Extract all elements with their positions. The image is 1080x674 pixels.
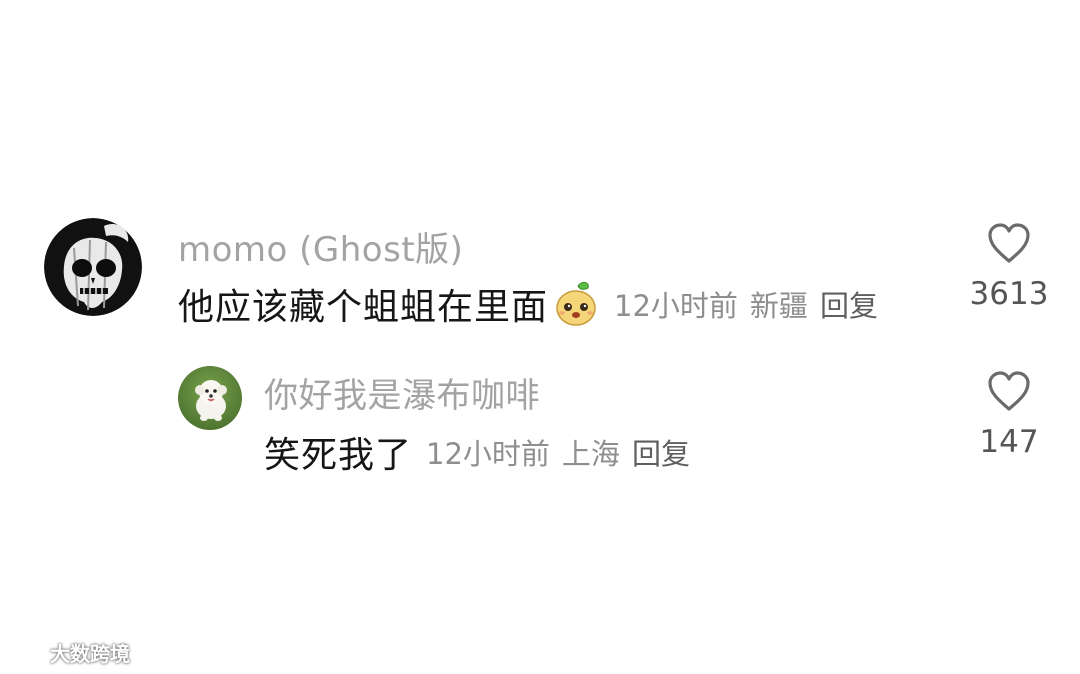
comment-meta: 12小时前 上海 回复 — [426, 431, 690, 473]
reply-button[interactable]: 回复 — [820, 283, 878, 325]
comment-text: 笑死我了 — [264, 435, 413, 476]
watermark: 大数跨境 — [8, 638, 130, 667]
pear-face-emoji-icon — [552, 280, 600, 328]
reply-button[interactable]: 回复 — [632, 431, 690, 473]
comment-time: 12小时前 — [614, 289, 738, 323]
comment-location: 新疆 — [749, 289, 808, 323]
comment-content-line: 笑死我了 12小时前 上海 回复 — [264, 428, 690, 476]
like-count: 147 — [979, 424, 1039, 460]
white-dog-avatar-icon — [178, 366, 242, 430]
avatar[interactable] — [44, 218, 142, 316]
username[interactable]: momo (Ghost版) — [178, 222, 463, 271]
comment-content-line: 他应该藏个蛆蛆在里面 12小时前 新疆 回复 — [178, 280, 878, 328]
comment-text: 他应该藏个蛆蛆在里面 — [178, 287, 549, 328]
like-count: 3613 — [969, 276, 1049, 312]
comment-meta: 12小时前 新疆 回复 — [614, 283, 878, 325]
watermark-logo-icon — [10, 642, 44, 662]
like-area: 3613 — [964, 222, 1054, 312]
heart-outline-icon[interactable] — [986, 222, 1032, 268]
avatar[interactable] — [178, 366, 242, 430]
comment-location: 上海 — [561, 437, 620, 471]
comment-screen: momo (Ghost版) 他应该藏个蛆蛆在里面 12小时前 新疆 回复 361… — [0, 0, 1080, 674]
like-area: 147 — [964, 370, 1054, 460]
comment-time: 12小时前 — [426, 437, 550, 471]
watermark-text: 大数跨境 — [50, 642, 130, 666]
skull-avatar-icon — [44, 218, 142, 316]
heart-outline-icon[interactable] — [986, 370, 1032, 416]
username[interactable]: 你好我是瀑布咖啡 — [264, 368, 540, 417]
